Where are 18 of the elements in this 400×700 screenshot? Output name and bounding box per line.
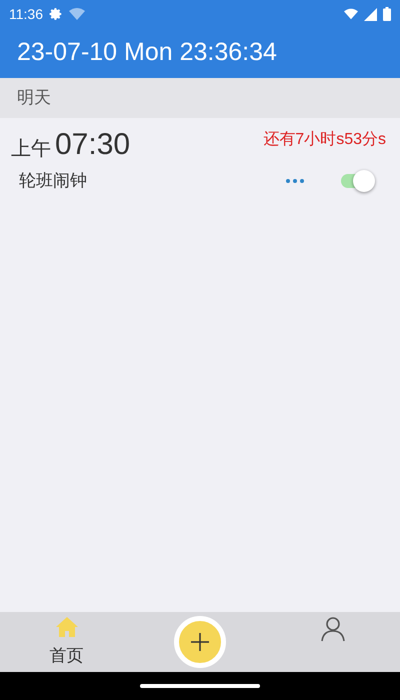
more-icon xyxy=(285,178,305,184)
home-indicator[interactable] xyxy=(140,684,260,688)
home-icon xyxy=(54,615,80,640)
alarm-period: 上午 xyxy=(11,137,51,162)
battery-icon xyxy=(383,7,391,21)
signal-icon xyxy=(364,8,377,20)
wifi-icon xyxy=(69,8,85,20)
alarm-countdown: 还有7小时s53分s xyxy=(263,130,386,150)
status-time: 11:36 xyxy=(9,4,43,24)
wifi-icon xyxy=(344,8,358,20)
header-title: 23-07-10 Mon 23:36:34 xyxy=(17,37,277,68)
gear-icon xyxy=(49,7,63,21)
alarm-time: 07:30 xyxy=(55,128,130,162)
alarm-toggle[interactable] xyxy=(339,168,375,193)
section-title: 明天 xyxy=(17,87,51,110)
plus-icon xyxy=(190,632,210,652)
user-icon xyxy=(320,616,346,642)
alarm-name: 轮班闹钟 xyxy=(19,170,88,192)
